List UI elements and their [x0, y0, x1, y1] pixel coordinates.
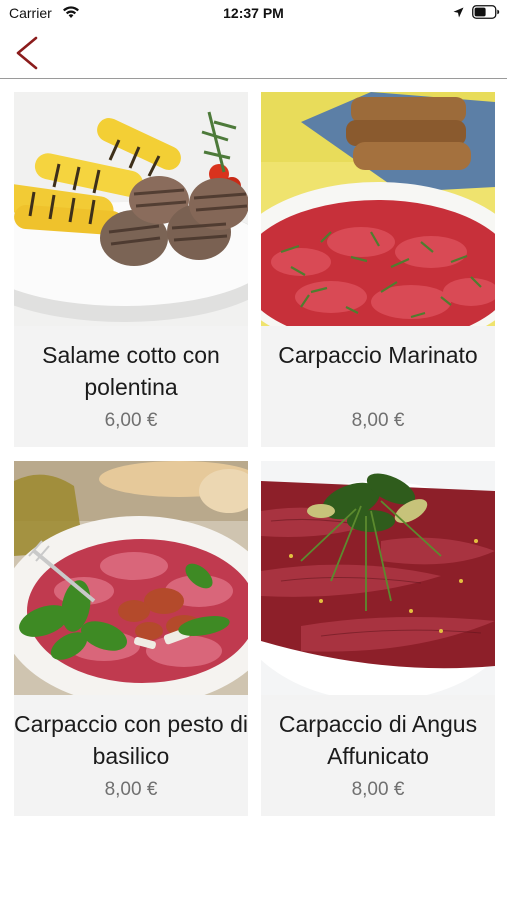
product-image [14, 92, 248, 326]
product-image [14, 461, 248, 695]
product-image [261, 92, 495, 326]
product-price: 8,00 € [351, 779, 405, 800]
product-card[interactable]: Carpaccio di Angus Affunicato 8,00 € [261, 461, 495, 816]
product-title: Salame cotto con polentina [42, 342, 220, 400]
product-title: Carpaccio con pesto di basilico [14, 711, 248, 769]
product-price: 8,00 € [104, 779, 158, 800]
product-price: 6,00 € [104, 410, 158, 431]
product-title: Carpaccio Marinato [278, 342, 478, 368]
product-grid: Salame cotto con polentina 6,00 € Carpac… [0, 0, 507, 900]
product-price: 8,00 € [351, 410, 405, 431]
product-card[interactable]: Carpaccio con pesto di basilico 8,00 € [14, 461, 248, 816]
product-title: Carpaccio di Angus Affunicato [278, 711, 478, 769]
product-image [261, 461, 495, 695]
product-card[interactable]: Salame cotto con polentina 6,00 € [14, 92, 248, 447]
product-card[interactable]: Carpaccio Marinato 8,00 € [261, 92, 495, 447]
